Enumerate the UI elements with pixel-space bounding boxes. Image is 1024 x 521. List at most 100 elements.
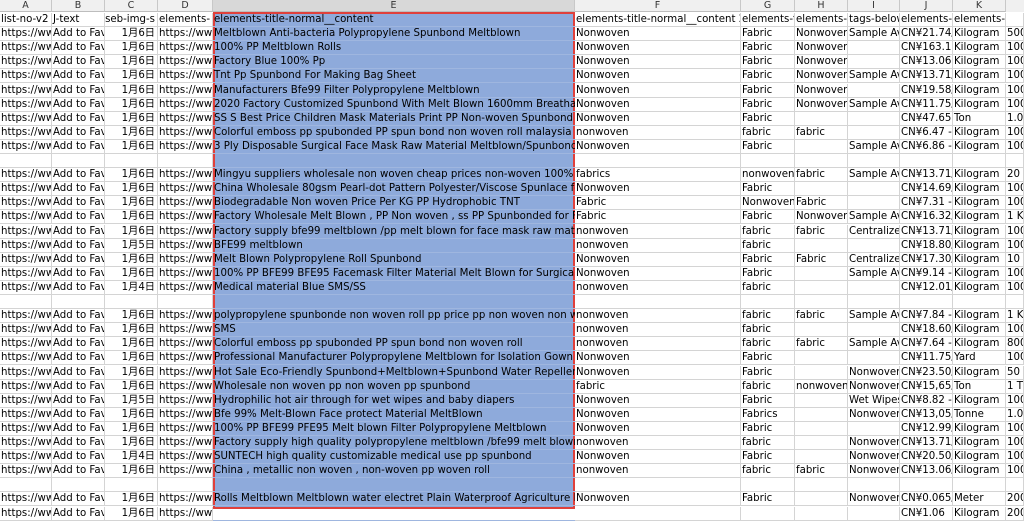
cell-col-k[interactable]: Kilogram (953, 125, 1006, 140)
cell-col-b[interactable]: Add to Fav (52, 407, 105, 422)
cell-col-c[interactable]: 1月6日 (105, 351, 158, 366)
cell-col-g[interactable]: Fabric (741, 182, 795, 197)
column-header-e[interactable]: E (213, 0, 575, 12)
cell-col-g[interactable]: Fabric (741, 252, 795, 267)
cell-col-a[interactable]: https://ww (0, 83, 52, 98)
cell-col-i[interactable] (848, 154, 900, 168)
cell-col-b[interactable] (52, 478, 105, 493)
cell-col-l[interactable]: 100 (1006, 125, 1024, 140)
cell-col-d[interactable] (158, 154, 213, 168)
cell-col-g[interactable]: Fabric (741, 266, 795, 281)
cell-col-h[interactable]: Nonwoven (795, 27, 848, 42)
cell-col-e[interactable]: Factory Wholesale Melt Blown , PP Non wo… (213, 210, 575, 225)
cell-col-e[interactable]: Hot Sale Eco-Friendly Spunbond+Meltblown… (213, 366, 575, 380)
cell-col-j[interactable]: CN¥13.71/ (900, 224, 953, 239)
cell-col-l[interactable]: 100 (1006, 450, 1024, 465)
cell-col-b[interactable]: Add to Fav (52, 139, 105, 154)
cell-col-j[interactable]: CN¥9.14 - (900, 266, 953, 281)
cell-col-b[interactable] (52, 154, 105, 168)
cell-col-j[interactable]: CN¥13.06/ (900, 464, 953, 479)
cell-col-d[interactable]: https://ww (158, 210, 213, 225)
cell-col-i[interactable]: Sample Av (848, 168, 900, 183)
cell-col-f[interactable]: nonwoven (575, 309, 741, 324)
cell-col-a[interactable]: https://ww (0, 323, 52, 338)
cell-col-k[interactable]: Kilogram (953, 41, 1006, 56)
cell-col-c[interactable]: 1月6日 (105, 111, 158, 126)
cell-col-d[interactable]: https://ww (158, 436, 213, 450)
cell-col-l[interactable]: 100 (1006, 55, 1024, 70)
cell-col-h[interactable]: Nonwoven (795, 41, 848, 56)
cell-col-h[interactable] (795, 436, 848, 450)
cell-col-a[interactable]: https://ww (0, 464, 52, 479)
cell-col-h[interactable] (795, 492, 848, 507)
cell-col-b[interactable]: Add to Fav (52, 196, 105, 211)
cell-col-g[interactable]: fabric (741, 309, 795, 324)
cell-col-d[interactable]: https://ww (158, 464, 213, 479)
cell-col-g[interactable]: fabric (741, 238, 795, 253)
cell-col-k[interactable]: Kilogram (953, 421, 1006, 436)
cell-col-l[interactable]: 10 (1006, 252, 1024, 267)
cell-col-d[interactable]: https://ww (158, 41, 213, 56)
cell-col-a[interactable]: https://ww (0, 450, 52, 465)
cell-col-b[interactable]: Add to Fav (52, 464, 105, 479)
cell-col-h[interactable] (795, 365, 848, 380)
cell-col-b[interactable]: Add to Fav (52, 182, 105, 197)
cell-col-c[interactable]: 1月6日 (105, 69, 158, 84)
cell-col-k[interactable]: Kilogram (953, 210, 1006, 225)
cell-col-d[interactable]: https://ww (158, 450, 213, 465)
cell-col-d[interactable]: https://ww (158, 337, 213, 352)
cell-col-i[interactable]: Sample Av (848, 266, 900, 281)
cell-col-c[interactable]: 1月6日 (105, 492, 158, 507)
cell-col-d[interactable] (158, 295, 213, 309)
cell-col-f[interactable]: Nonwoven (575, 450, 741, 465)
cell-col-l[interactable]: 1 K (1006, 309, 1024, 324)
cell-col-h[interactable] (795, 238, 848, 253)
cell-col-d[interactable]: https://ww (158, 407, 213, 422)
cell-col-f[interactable]: nonwoven (575, 464, 741, 479)
cell-col-d[interactable]: https://ww (158, 168, 213, 183)
cell-col-b[interactable]: J-text (52, 13, 105, 27)
cell-col-j[interactable]: CN¥18.80/ (900, 238, 953, 253)
cell-col-j[interactable] (900, 295, 953, 309)
cell-col-e[interactable]: Colorful emboss pp spubonded PP spun bon… (213, 126, 575, 140)
cell-col-e[interactable]: Medical material Blue SMS/SS (213, 281, 575, 295)
cell-col-e[interactable]: China , metallic non woven , non-woven p… (213, 464, 575, 479)
cell-col-a[interactable]: https://ww (0, 27, 52, 42)
cell-col-f[interactable]: Nonwoven (575, 97, 741, 112)
cell-col-e[interactable]: BFE99 meltblown (213, 239, 575, 253)
cell-col-a[interactable]: https://ww (0, 337, 52, 352)
cell-col-b[interactable]: Add to Fav (52, 238, 105, 253)
cell-col-i[interactable] (848, 83, 900, 98)
cell-col-k[interactable]: Kilogram (953, 238, 1006, 253)
cell-col-k[interactable]: Kilogram (953, 55, 1006, 70)
cell-col-c[interactable]: 1月6日 (105, 55, 158, 70)
cell-col-k[interactable]: Kilogram (953, 309, 1006, 324)
cell-col-l[interactable]: 20 (1006, 168, 1024, 183)
cell-col-g[interactable] (741, 478, 795, 493)
cell-col-h[interactable] (795, 139, 848, 154)
cell-col-c[interactable] (105, 295, 158, 309)
cell-col-j[interactable]: CN¥8.82 - (900, 393, 953, 408)
cell-col-g[interactable]: Nonwoven (741, 196, 795, 211)
cell-col-k[interactable]: Kilogram (953, 280, 1006, 295)
cell-col-h[interactable] (795, 393, 848, 408)
cell-col-f[interactable]: Fabric (575, 210, 741, 225)
cell-col-c[interactable] (105, 478, 158, 493)
cell-col-a[interactable] (0, 295, 52, 309)
cell-col-e[interactable]: Rolls Meltblown Meltblown water electret… (213, 492, 575, 507)
cell-col-d[interactable]: https://ww (158, 69, 213, 84)
cell-col-f[interactable]: Nonwoven (575, 407, 741, 422)
cell-col-h[interactable] (795, 407, 848, 422)
cell-col-g[interactable]: Fabric (741, 450, 795, 465)
cell-col-k[interactable]: Ton (953, 111, 1006, 126)
cell-col-f[interactable]: nonwoven (575, 337, 741, 352)
cell-col-g[interactable]: Fabrics (741, 407, 795, 422)
cell-col-b[interactable]: Add to Fav (52, 351, 105, 366)
cell-col-f[interactable]: Nonwoven (575, 69, 741, 84)
cell-col-a[interactable]: https://ww (0, 407, 52, 422)
cell-col-g[interactable]: fabric (741, 125, 795, 140)
cell-col-j[interactable]: CN¥14.69/ (900, 182, 953, 197)
cell-col-a[interactable] (0, 154, 52, 168)
cell-col-f[interactable]: nonwoven (575, 224, 741, 239)
cell-col-f[interactable]: nonwoven (575, 280, 741, 295)
